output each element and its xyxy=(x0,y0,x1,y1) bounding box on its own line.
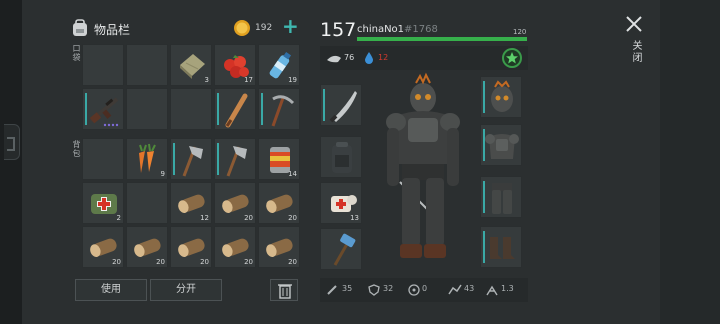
backpack-slot[interactable] xyxy=(320,136,362,178)
water-drop-icon xyxy=(365,52,373,64)
inventory-slot[interactable]: 20 xyxy=(258,226,300,268)
inventory-slot[interactable] xyxy=(82,88,124,130)
defense-icon xyxy=(368,284,380,296)
inventory-slot[interactable]: 19 xyxy=(258,44,300,86)
hatchet-icon xyxy=(182,146,203,177)
armor-vest-icon xyxy=(485,134,519,159)
inventory-slot[interactable] xyxy=(126,182,168,224)
inventory-slot[interactable]: 9 xyxy=(126,138,168,180)
status-effect-button[interactable] xyxy=(502,48,522,68)
inventory-slot[interactable] xyxy=(214,138,256,180)
coin-count: 192 xyxy=(255,23,273,33)
use-button[interactable]: 使用 xyxy=(75,279,147,301)
radiation-value: 0 xyxy=(422,284,428,293)
rifle-icon xyxy=(89,97,119,127)
inventory-slot[interactable] xyxy=(82,138,124,180)
defense-value: 32 xyxy=(383,284,394,293)
baseball-bat-icon xyxy=(225,93,248,128)
player-name-text: chinaNo1 xyxy=(357,24,405,35)
inventory-title: 物品栏 xyxy=(94,23,131,37)
speed-icon xyxy=(448,284,462,295)
backpack-icon xyxy=(73,19,87,36)
hammer-icon xyxy=(333,233,356,266)
head-slot[interactable] xyxy=(480,76,522,118)
star-icon xyxy=(506,52,518,64)
inventory-slot[interactable]: 2 xyxy=(82,182,124,224)
inventory-slot[interactable] xyxy=(126,88,168,130)
food-value: 76 xyxy=(344,53,355,62)
inventory-slot[interactable] xyxy=(170,138,212,180)
stealth-icon xyxy=(486,285,498,296)
side-drawer-tab[interactable] xyxy=(4,124,20,160)
inventory-slot[interactable]: 20 xyxy=(82,226,124,268)
boots-icon xyxy=(490,237,515,259)
weapon-slot[interactable] xyxy=(320,84,362,126)
add-coins-button[interactable]: + xyxy=(282,16,299,36)
character-model xyxy=(386,72,460,258)
inventory-slot[interactable] xyxy=(170,88,212,130)
inventory-slot[interactable]: 20 xyxy=(258,182,300,224)
coin-icon xyxy=(234,20,250,36)
combat-stats: 35 32 0 43 1.3 xyxy=(320,278,528,302)
water-value: 12 xyxy=(378,53,389,62)
inventory-slot[interactable]: 20 xyxy=(214,226,256,268)
inventory-slot[interactable] xyxy=(214,88,256,130)
hp-bar xyxy=(357,37,527,41)
pickaxe-icon xyxy=(271,95,295,127)
player-level: 157 xyxy=(320,19,357,41)
helmet-icon xyxy=(491,80,513,112)
trash-icon xyxy=(278,284,292,299)
inventory-slot[interactable]: 14 xyxy=(258,138,300,180)
close-label[interactable]: 关闭 xyxy=(628,40,643,64)
legs-slot[interactable] xyxy=(480,176,522,218)
inventory-slot[interactable]: 12 xyxy=(170,182,212,224)
body-slot[interactable] xyxy=(480,124,522,166)
pocket-label: 口袋 xyxy=(72,44,81,62)
inventory-slot[interactable]: 20 xyxy=(126,226,168,268)
hp-bar-fill xyxy=(357,37,527,41)
player-id: #1768 xyxy=(404,24,438,35)
food-icon xyxy=(327,55,341,63)
hatchet-icon xyxy=(226,146,247,177)
player-name: chinaNo1#1768 xyxy=(357,24,438,35)
inventory-slot[interactable] xyxy=(82,44,124,86)
inventory-slot[interactable]: 17 xyxy=(214,44,256,86)
close-icon[interactable] xyxy=(624,14,644,34)
hp-value: 120 xyxy=(513,28,527,36)
left-edge-panel xyxy=(0,0,22,324)
inventory-slot[interactable]: 20 xyxy=(170,226,212,268)
inventory-header: 物品栏 192 + xyxy=(70,16,300,42)
inventory-slot[interactable] xyxy=(126,44,168,86)
inventory-slot[interactable]: 20 xyxy=(214,182,256,224)
machete-icon xyxy=(329,91,357,123)
radiation-icon xyxy=(408,284,420,296)
inventory-slot[interactable]: 3 xyxy=(170,44,212,86)
attack-value: 35 xyxy=(342,284,353,293)
trash-button[interactable] xyxy=(270,279,298,301)
tactical-backpack-icon xyxy=(332,142,352,173)
armor-pants-icon xyxy=(492,183,512,214)
stealth-value: 1.3 xyxy=(501,284,514,293)
right-edge-panel xyxy=(660,0,720,324)
quick-slot-tool[interactable] xyxy=(320,228,362,270)
split-button[interactable]: 分开 xyxy=(150,279,222,301)
backpack-label: 背包 xyxy=(72,140,81,158)
attack-icon xyxy=(327,285,337,295)
quick-slot-bandage[interactable]: 13 xyxy=(320,182,362,224)
survival-stats: 76 12 xyxy=(320,46,528,70)
speed-value: 43 xyxy=(464,284,475,293)
inventory-slot[interactable] xyxy=(258,88,300,130)
feet-slot[interactable] xyxy=(480,226,522,268)
